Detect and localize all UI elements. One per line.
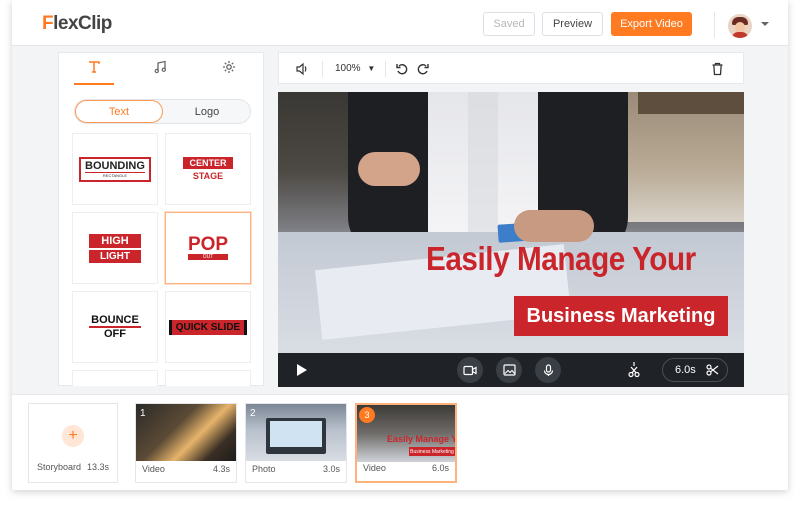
trash-icon[interactable]: [711, 62, 724, 79]
export-video-button[interactable]: Export Video: [611, 12, 692, 36]
clip-type: Video: [363, 463, 386, 473]
template-bounding[interactable]: BOUNDING RECTANGLE: [72, 133, 158, 205]
template-partial[interactable]: [165, 370, 251, 386]
header-divider: [714, 12, 715, 38]
microphone-icon[interactable]: [535, 357, 561, 383]
video-camera-icon[interactable]: [457, 357, 483, 383]
avatar-shirt: [732, 32, 748, 38]
background-shelf: [638, 92, 744, 114]
thumb-title-text: Easily Manage Your: [387, 434, 455, 444]
toolbar-divider: [385, 61, 386, 77]
tab-settings[interactable]: [209, 60, 249, 84]
template-sub-text: STAGE: [192, 171, 224, 181]
template-bounce-off[interactable]: BOUNCE OFF: [72, 291, 158, 363]
canvas-title-text[interactable]: Easily Manage Your: [426, 240, 696, 278]
text-T-icon: [89, 61, 100, 73]
template-main-text: HIGH: [89, 233, 141, 248]
template-sub-text: OFF: [103, 328, 126, 340]
image-icon[interactable]: [496, 357, 522, 383]
thumb-subtitle-text: Business Marketing: [409, 447, 455, 456]
storyboard-label: Storyboard: [37, 462, 82, 472]
add-scene-button[interactable]: + Storyboard 13.3s: [28, 403, 118, 483]
redo-icon[interactable]: [416, 62, 430, 79]
template-center-stage[interactable]: CENTER STAGE: [165, 133, 251, 205]
template-main-text: BOUNCE: [89, 314, 141, 328]
saved-button[interactable]: Saved: [483, 12, 535, 36]
clip-thumbnail: [136, 404, 236, 461]
duration-control[interactable]: 6.0s: [662, 358, 728, 382]
clip-duration: 4.3s: [212, 464, 230, 474]
panel-tabs: [59, 53, 265, 85]
template-quick-slide[interactable]: QUICK SLIDE: [165, 291, 251, 363]
tab-music[interactable]: [140, 60, 180, 84]
logo-text: lexClip: [53, 13, 112, 34]
playback-bar: 6.0s: [278, 353, 744, 387]
split-cut-icon[interactable]: [627, 362, 641, 383]
app-window: FlexClip Saved Preview Export Video Text: [12, 0, 788, 490]
flexclip-logo[interactable]: FlexClip: [42, 13, 112, 35]
storyboard-clip-2[interactable]: 2 Photo 3.0s: [245, 403, 347, 483]
undo-icon[interactable]: [395, 62, 409, 79]
template-bounding-preview: BOUNDING RECTANGLE: [79, 156, 151, 182]
toolbar-divider: [322, 61, 323, 77]
template-sub-text: RECTANGLE: [85, 171, 145, 179]
zoom-value: 100%: [335, 63, 361, 74]
preview-button[interactable]: Preview: [542, 12, 603, 36]
template-main-text: CENTER: [183, 157, 233, 169]
person-hand: [514, 210, 594, 242]
chevron-down-icon[interactable]: [761, 22, 769, 26]
play-icon[interactable]: [296, 363, 308, 382]
template-high-light[interactable]: HIGH LIGHT: [72, 212, 158, 284]
clip-duration: 3.0s: [322, 464, 340, 474]
canvas-subtitle-text[interactable]: Business Marketing: [514, 296, 728, 336]
template-main-text: BOUNDING: [85, 159, 145, 172]
gear-icon: [223, 61, 235, 73]
clip-type: Video: [142, 464, 165, 474]
person-hand: [358, 152, 420, 186]
clip-number: 1: [140, 408, 146, 419]
shirt-shadow: [468, 92, 498, 232]
storyboard-total: 13.3s: [86, 462, 109, 472]
template-pop-preview: POP OUT: [187, 234, 229, 260]
clip-duration: 6.0s: [431, 463, 449, 473]
template-main-text: POP: [187, 234, 229, 255]
template-partial[interactable]: [72, 370, 158, 386]
logo-f: F: [42, 13, 54, 34]
clip-number: 3: [359, 407, 375, 423]
storyboard-strip: + Storyboard 13.3s 1 Video 4.3s 2 Photo …: [12, 394, 788, 490]
text-panel: Text Logo BOUNDING RECTANGLE CENTER STAG…: [58, 52, 264, 386]
tab-text[interactable]: [74, 60, 114, 85]
laptop-screen: [270, 421, 322, 447]
header-bar: FlexClip Saved Preview Export Video: [12, 0, 788, 46]
segment-text[interactable]: Text: [75, 100, 163, 123]
text-logo-toggle: Text Logo: [74, 99, 251, 124]
scissors-icon: [706, 364, 719, 376]
template-bounce-preview: BOUNCE OFF: [89, 314, 141, 340]
template-pop-out[interactable]: POP OUT: [165, 212, 251, 284]
avatar[interactable]: [728, 14, 752, 38]
plus-icon: +: [62, 425, 84, 447]
music-note-icon: [154, 60, 166, 74]
zoom-select[interactable]: 100% ▼: [335, 63, 375, 74]
storyboard-clip-1[interactable]: 1 Video 4.3s: [135, 403, 237, 483]
volume-icon[interactable]: [295, 62, 309, 79]
segment-logo[interactable]: Logo: [163, 100, 251, 123]
template-high-preview: HIGH LIGHT: [89, 233, 141, 263]
video-canvas[interactable]: Easily Manage Your Business Marketing: [278, 92, 744, 353]
editor-toolbar: 100% ▼: [278, 52, 744, 84]
template-main-text: QUICK SLIDE: [168, 319, 248, 335]
clip-number: 2: [250, 408, 256, 419]
caret-down-icon: ▼: [367, 64, 376, 73]
template-sub-text: LIGHT: [89, 249, 141, 263]
storyboard-clip-3[interactable]: Easily Manage Your Business Marketing 3 …: [355, 403, 457, 483]
clip-thumbnail: [246, 404, 346, 461]
clip-type: Photo: [252, 464, 276, 474]
duration-value: 6.0s: [675, 364, 696, 376]
template-center-preview: CENTER STAGE: [183, 157, 233, 181]
